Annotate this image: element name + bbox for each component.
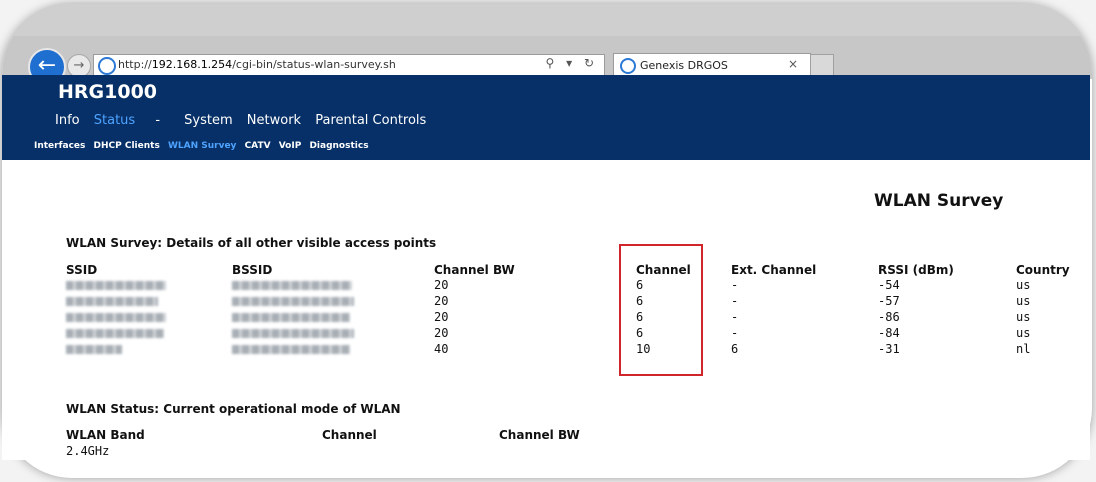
- table-cell: 20: [434, 278, 449, 292]
- main-nav: Info Status - System Network Parental Co…: [55, 113, 436, 128]
- nav-status[interactable]: Status: [94, 113, 135, 128]
- table-cell: -31: [878, 342, 900, 356]
- bssid-redacted: [232, 345, 350, 354]
- chrome-top-bar: [2, 4, 1092, 36]
- table-cell: -: [731, 326, 739, 340]
- channel-highlight-box: [619, 244, 703, 376]
- table-cell: us: [1016, 278, 1031, 292]
- url-host: 192.168.1.254: [151, 58, 233, 71]
- url-prefix: http://: [118, 58, 152, 71]
- col-country: Country: [1016, 263, 1070, 277]
- table-cell: us: [1016, 326, 1031, 340]
- status-col-band: WLAN Band: [66, 428, 145, 442]
- table-cell: 20: [434, 310, 449, 324]
- table-cell: us: [1016, 310, 1031, 324]
- bssid-redacted: [232, 313, 350, 322]
- status-band-value: 2.4GHz: [66, 444, 110, 458]
- table-cell: -54: [878, 278, 900, 292]
- bssid-redacted: [232, 281, 352, 290]
- status-heading: WLAN Status: Current operational mode of…: [66, 402, 401, 416]
- ssid-redacted: [66, 313, 166, 322]
- survey-heading: WLAN Survey: Details of all other visibl…: [66, 236, 437, 250]
- address-bar[interactable]: http://192.168.1.254/cgi-bin/status-wlan…: [93, 54, 605, 77]
- ssid-redacted: [66, 329, 164, 338]
- subnav-voip[interactable]: VoIP: [279, 141, 302, 151]
- table-cell: 6: [731, 342, 739, 356]
- subnav-catv[interactable]: CATV: [245, 141, 271, 151]
- table-cell: -57: [878, 294, 900, 308]
- site-header: HRG1000 Info Status - System Network Par…: [2, 75, 1090, 160]
- table-cell: 40: [434, 342, 449, 356]
- nav-parental-controls[interactable]: Parental Controls: [315, 113, 426, 128]
- subnav-interfaces[interactable]: Interfaces: [34, 141, 85, 151]
- col-rssi: RSSI (dBm): [878, 263, 954, 277]
- table-cell: nl: [1016, 342, 1031, 356]
- page-content: WLAN Survey WLAN Survey: Details of all …: [2, 160, 1090, 460]
- status-col-channel: Channel: [322, 428, 377, 442]
- subnav-diagnostics[interactable]: Diagnostics: [309, 141, 368, 151]
- bssid-redacted: [232, 297, 354, 306]
- status-col-channel-bw: Channel BW: [499, 428, 580, 442]
- address-controls[interactable]: ⚲ ▾ ↻: [546, 56, 599, 70]
- ie-logo-icon: [98, 57, 116, 75]
- col-bssid: BSSID: [232, 263, 273, 277]
- table-cell: -: [731, 294, 739, 308]
- new-tab-button[interactable]: [810, 54, 834, 77]
- bssid-redacted: [232, 329, 354, 338]
- col-ssid: SSID: [66, 263, 98, 277]
- col-ext-channel: Ext. Channel: [731, 263, 817, 277]
- sub-nav: Interfaces DHCP Clients WLAN Survey CATV…: [34, 141, 374, 151]
- browser-tab[interactable]: Genexis DRGOS ×: [613, 53, 811, 77]
- url-path: /cgi-bin/status-wlan-survey.sh: [232, 58, 396, 71]
- table-cell: us: [1016, 294, 1031, 308]
- ssid-redacted: [66, 281, 166, 290]
- tab-ie-icon: [620, 58, 636, 74]
- col-channel-bw: Channel BW: [434, 263, 515, 277]
- table-cell: -86: [878, 310, 900, 324]
- forward-arrow-icon: →: [73, 58, 85, 73]
- subnav-wlan-survey[interactable]: WLAN Survey: [168, 141, 236, 151]
- table-cell: 20: [434, 294, 449, 308]
- subnav-dhcp-clients[interactable]: DHCP Clients: [94, 141, 160, 151]
- table-cell: -: [731, 310, 739, 324]
- ssid-redacted: [66, 297, 158, 306]
- table-cell: -: [731, 278, 739, 292]
- tab-title: Genexis DRGOS: [640, 59, 728, 72]
- nav-system[interactable]: System: [184, 113, 232, 128]
- product-logo: HRG1000: [58, 81, 158, 103]
- nav-network[interactable]: Network: [247, 113, 301, 128]
- address-url[interactable]: http://192.168.1.254/cgi-bin/status-wlan…: [118, 58, 396, 71]
- ssid-redacted: [66, 345, 122, 354]
- table-cell: 20: [434, 326, 449, 340]
- table-cell: -84: [878, 326, 900, 340]
- nav-info[interactable]: Info: [55, 113, 80, 128]
- nav-separator: -: [155, 113, 161, 128]
- close-tab-icon[interactable]: ×: [788, 57, 798, 71]
- page-title: WLAN Survey: [874, 191, 1004, 211]
